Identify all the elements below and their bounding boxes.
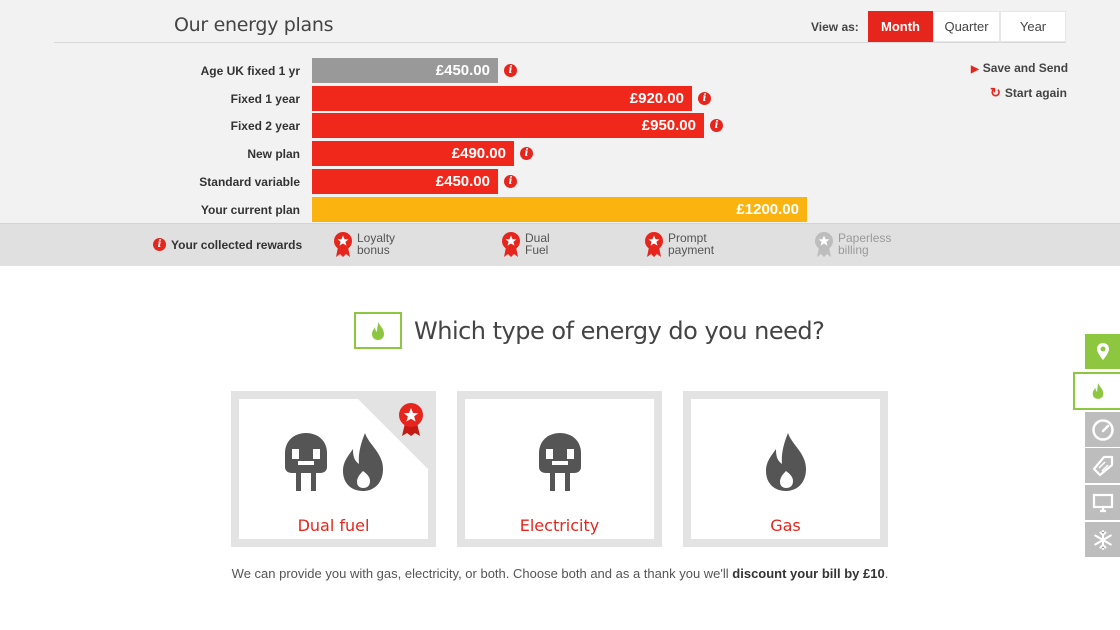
gas-card[interactable]: Gas: [683, 391, 888, 547]
plan-name-label: Fixed 2 year: [230, 119, 300, 133]
rewards-strip: i Your collected rewards Loyalty bonus Dua…: [0, 223, 1120, 266]
card-icons: [691, 431, 880, 498]
view-quarter-button[interactable]: Quarter: [933, 11, 1000, 42]
plan-cost-amount: £950.00: [641, 117, 696, 134]
plan-cost-bar[interactable]: £950.00: [312, 113, 704, 138]
energy-plans-panel: Our energy plans View as: Month Quarter …: [0, 0, 1120, 266]
flame-icon: [764, 431, 808, 498]
plan-name-label: Age UK fixed 1 yr: [200, 64, 300, 78]
reward-collected: Prompt payment: [644, 232, 738, 258]
plan-cost-bar[interactable]: £920.00: [312, 86, 692, 111]
card-label: Electricity: [519, 516, 600, 535]
plug-icon: [537, 431, 583, 498]
dual-fuel-card[interactable]: Dual fuel: [231, 391, 436, 547]
save-and-send-link[interactable]: ▶ Save and Send: [971, 61, 1068, 75]
save-and-send-label: Save and Send: [982, 61, 1069, 75]
sidebar-tab-tag[interactable]: [1085, 448, 1120, 483]
plan-cost-amount: £920.00: [629, 90, 684, 107]
rosette-icon: [644, 232, 664, 258]
view-year-button[interactable]: Year: [1000, 11, 1066, 42]
tag-icon: [1091, 454, 1115, 478]
rosette-icon: [333, 232, 353, 258]
info-icon[interactable]: i: [710, 119, 723, 132]
plan-cost-amount: £450.00: [435, 62, 490, 79]
info-icon[interactable]: i: [698, 92, 711, 105]
flame-icon: [354, 312, 402, 349]
question-heading: Which type of energy do you need?: [414, 316, 825, 345]
plug-icon: [283, 431, 329, 498]
monitor-icon: [1092, 493, 1114, 513]
plan-cost-amount: £1200.00: [736, 201, 799, 218]
energy-question: Which type of energy do you need?: [354, 312, 825, 349]
page-title: Our energy plans: [174, 14, 334, 36]
info-icon[interactable]: i: [153, 238, 166, 251]
caret-right-icon: ▶: [971, 64, 979, 75]
info-icon[interactable]: i: [504, 175, 517, 188]
plan-cost-bar[interactable]: £450.00: [312, 58, 498, 83]
plan-cost-amount: £450.00: [435, 173, 490, 190]
start-again-link[interactable]: ↻ Start again: [990, 85, 1067, 101]
reward-label: bonus: [357, 243, 390, 257]
view-month-button[interactable]: Month: [868, 11, 933, 42]
electricity-card[interactable]: Electricity: [457, 391, 662, 547]
snowflake-icon: [1093, 529, 1113, 550]
discount-highlight: discount your bill by £10: [732, 566, 885, 581]
view-as-label: View as:: [811, 20, 859, 34]
sidebar-tab-flame[interactable]: [1073, 372, 1120, 410]
refresh-icon: ↻: [990, 85, 1001, 100]
sidebar-tab-snowflake[interactable]: [1085, 522, 1120, 557]
plan-cost-bar[interactable]: £450.00: [312, 169, 498, 194]
reward-label: billing: [838, 243, 869, 257]
reward-collected: Dual Fuel: [501, 232, 595, 258]
plan-name-label: Your current plan: [200, 203, 300, 217]
discount-note: We can provide you with gas, electricity…: [231, 566, 889, 581]
sidebar-tab-monitor[interactable]: [1085, 485, 1120, 520]
card-label: Dual fuel: [297, 516, 370, 535]
reward-label: payment: [668, 243, 715, 257]
rosette-icon: [814, 232, 834, 258]
plan-cost-bar[interactable]: £490.00: [312, 141, 514, 166]
location-pin-icon: [1096, 342, 1110, 362]
info-icon[interactable]: i: [520, 147, 533, 160]
meter-icon: [1091, 418, 1115, 442]
flame-icon: [341, 431, 385, 498]
plan-cost-amount: £490.00: [451, 145, 506, 162]
sidebar-tab-meter[interactable]: [1085, 412, 1120, 447]
card-icons: [465, 431, 654, 498]
rewards-label: Your collected rewards: [171, 238, 303, 252]
card-icons: [239, 431, 428, 498]
card-label: Gas: [770, 516, 801, 535]
plan-cost-bar[interactable]: £1200.00: [312, 197, 807, 222]
reward-not-collected: Paperless billing: [814, 232, 908, 258]
info-icon[interactable]: i: [504, 64, 517, 77]
start-again-label: Start again: [1004, 86, 1067, 100]
plan-name-label: Standard variable: [199, 175, 300, 189]
reward-label: Fuel: [525, 243, 549, 257]
rosette-icon: [501, 232, 521, 258]
title-divider: [54, 42, 1066, 43]
flame-icon: [1091, 382, 1105, 400]
reward-collected: Loyalty bonus: [333, 232, 427, 258]
plan-name-label: New plan: [247, 147, 300, 161]
sidebar-tab-location-pin[interactable]: [1085, 334, 1120, 369]
plan-name-label: Fixed 1 year: [230, 92, 300, 106]
